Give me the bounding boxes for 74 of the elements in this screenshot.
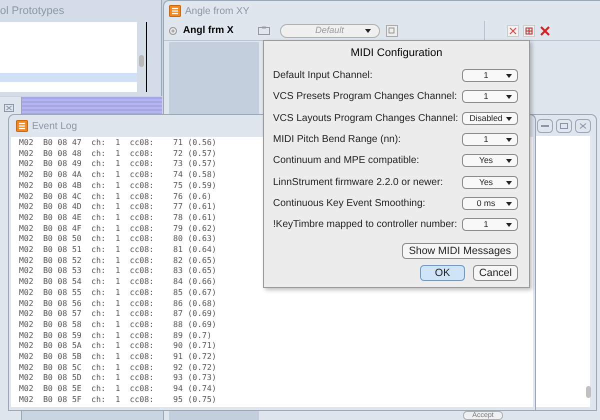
log-line: M02 B0 08 52 ch: 1 cc08: 82 (0.65) — [19, 256, 216, 266]
log-line: M02 B0 08 5A ch: 1 cc08: 90 (0.71) — [19, 341, 216, 352]
log-line: M02 B0 08 48 ch: 1 cc08: 72 (0.57) — [19, 148, 216, 160]
log-line: M02 B0 08 5E ch: 1 cc08: 94 (0.74) — [19, 384, 216, 395]
log-line: M02 B0 08 5D ch: 1 cc08: 93 (0.73) — [19, 373, 216, 384]
log-line: M02 B0 08 57 ch: 1 cc08: 87 (0.69) — [19, 309, 216, 320]
ok-button[interactable]: OK — [420, 265, 465, 282]
log-line: M02 B0 08 49 ch: 1 cc08: 73 (0.57) — [19, 159, 216, 170]
log-line: M02 B0 08 50 ch: 1 cc08: 80 (0.63) — [19, 234, 216, 246]
log-line: M02 B0 08 4B ch: 1 cc08: 75 (0.59) — [19, 180, 216, 192]
setting-dropdown[interactable]: Yes — [462, 154, 518, 168]
log-line: M02 B0 08 51 ch: 1 cc08: 81 (0.64) — [19, 245, 216, 256]
log-line: M02 B0 08 5B ch: 1 cc08: 91 (0.72) — [19, 352, 216, 363]
show-messages-button[interactable]: Show MIDI Messages — [402, 243, 518, 260]
log-line: M02 B0 08 59 ch: 1 cc08: 89 (0.7) — [19, 330, 212, 342]
log-line: M02 B0 08 4E ch: 1 cc08: 78 (0.61) — [19, 212, 216, 224]
caret-icon — [506, 116, 512, 121]
caret-icon — [506, 202, 512, 206]
log-line: M02 B0 08 56 ch: 1 cc08: 86 (0.68) — [19, 298, 216, 310]
cross-icon[interactable] — [538, 24, 551, 36]
window-title: ol Prototypes — [0, 4, 64, 19]
setting-label: !KeyTimbre mapped to controller number: — [273, 218, 458, 232]
setting-label: VCS Presets Program Changes Channel: — [273, 90, 457, 104]
setting-dropdown[interactable]: Disabled — [462, 112, 518, 125]
app-icon — [169, 5, 181, 17]
radio-icon[interactable] — [169, 26, 177, 34]
app-icon — [16, 120, 28, 132]
setting-dropdown[interactable]: Yes — [462, 176, 518, 189]
log-line: M02 B0 08 4D ch: 1 cc08: 77 (0.61) — [19, 202, 216, 213]
close-button[interactable] — [575, 118, 591, 132]
window-title: Angle from XY — [185, 4, 250, 18]
dialog-title: MIDI Configuration — [350, 46, 442, 61]
log-line: M02 B0 08 4A ch: 1 cc08: 74 (0.58) — [19, 170, 216, 181]
setting-label: Continuum and MPE compatible: — [273, 154, 420, 168]
setting-dropdown[interactable]: 0 ms — [462, 196, 518, 210]
setting-label: MIDI Pitch Bend Range (nn): — [273, 133, 401, 148]
caret-icon — [506, 223, 512, 228]
log-line: M02 B0 08 5F ch: 1 cc08: 95 (0.75) — [19, 394, 216, 406]
log-line: M02 B0 08 5C ch: 1 cc08: 92 (0.72) — [19, 362, 216, 374]
log-line: M02 B0 08 53 ch: 1 cc08: 83 (0.65) — [19, 266, 216, 278]
scrollbar-thumb[interactable] — [586, 386, 591, 398]
module-name: Angl frm X — [183, 24, 234, 38]
caret-icon — [364, 28, 371, 32]
caret-icon — [506, 95, 512, 100]
setting-dropdown[interactable]: 1 — [462, 133, 518, 146]
log-line: M02 B0 08 47 ch: 1 cc08: 71 (0.56) — [19, 138, 216, 149]
caret-icon — [506, 180, 512, 185]
caret-icon — [506, 74, 512, 78]
setting-label: Continuous Key Event Smoothing: — [273, 196, 426, 211]
cancel-button[interactable]: Cancel — [473, 265, 518, 282]
log-line: M02 B0 08 55 ch: 1 cc08: 85 (0.67) — [19, 288, 216, 299]
copy-icon[interactable] — [386, 24, 398, 36]
minimize-button[interactable] — [537, 118, 553, 132]
caret-icon — [506, 159, 512, 164]
setting-label: Default Input Channel: — [273, 69, 373, 84]
minimize-icon — [541, 124, 549, 127]
log-line: M02 B0 08 58 ch: 1 cc08: 88 (0.69) — [19, 320, 216, 331]
setting-dropdown[interactable]: 1 — [462, 218, 518, 232]
log-line: M02 B0 08 4F ch: 1 cc08: 79 (0.62) — [19, 224, 216, 234]
close-icon[interactable] — [4, 104, 14, 112]
grid-icon[interactable] — [522, 24, 535, 36]
maximize-icon — [560, 122, 568, 128]
setting-dropdown[interactable]: 1 — [462, 90, 518, 104]
setting-label: VCS Layouts Program Changes Channel: — [273, 112, 458, 126]
setting-label: LinnStrument firmware 2.2.0 or newer: — [273, 176, 444, 190]
camera-icon[interactable] — [258, 26, 270, 35]
caret-icon — [506, 138, 512, 142]
log-line: M02 B0 08 4C ch: 1 cc08: 76 (0.6) — [19, 192, 212, 202]
window-title: Event Log — [32, 120, 78, 134]
setting-dropdown[interactable]: 1 — [462, 69, 518, 82]
close-icon — [579, 122, 587, 128]
log-line: M02 B0 08 54 ch: 1 cc08: 84 (0.66) — [19, 277, 216, 288]
maximize-button[interactable] — [556, 118, 572, 132]
scrollbar-thumb[interactable] — [139, 55, 144, 67]
